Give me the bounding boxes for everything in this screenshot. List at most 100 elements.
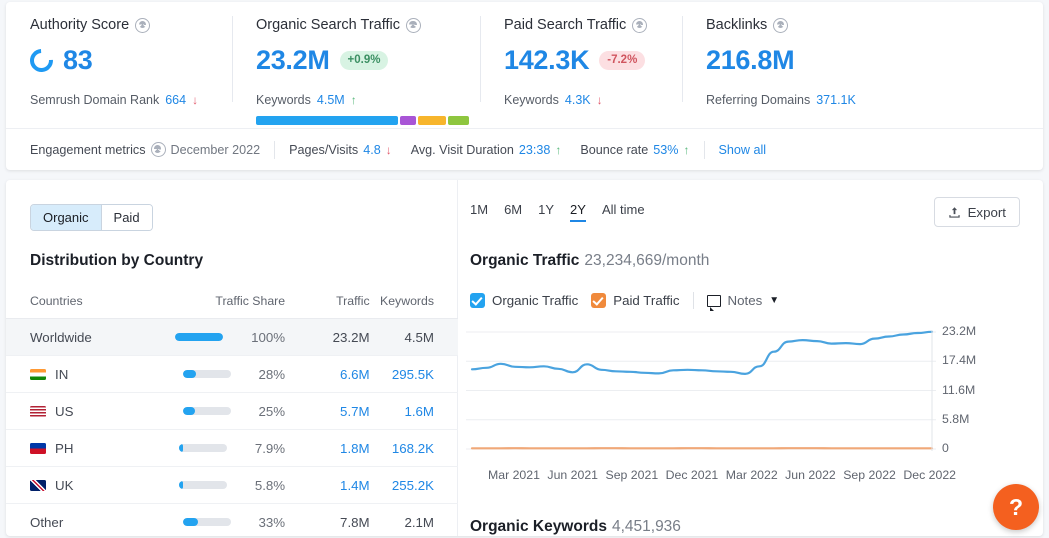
metric-value[interactable]: 23.2M [256, 43, 330, 77]
referring-domains-value[interactable]: 371.1K [816, 93, 856, 107]
col-keywords: Keywords [376, 288, 458, 319]
cell-traffic-share: 5.8% [167, 467, 292, 504]
countries-table-body: Worldwide100%23.2M4.5MIN28%6.6M295.5KUS2… [6, 319, 458, 537]
x-axis-label: Jun 2022 [785, 468, 836, 482]
organic-traffic-label: Organic Traffic [470, 252, 579, 269]
legend-organic-traffic[interactable]: Organic Traffic [470, 293, 578, 308]
tab-paid[interactable]: Paid [101, 205, 152, 230]
notes-dropdown[interactable]: Notes ▼ [707, 293, 780, 308]
share-bar-fill [183, 518, 199, 526]
cell-traffic: 5.7M [291, 393, 375, 430]
metric-organic-search-traffic: Organic Search Traffic 23.2M +0.9% Keywo… [232, 16, 480, 128]
traffic-chart-panel: 1M 6M 1Y 2Y All time Export Organic Traffic2… [458, 180, 1043, 536]
cell-traffic-share: 100% [167, 319, 292, 356]
organic-traffic-heading: Organic Traffic23,234,669/month [470, 252, 709, 270]
share-bar-track [179, 481, 227, 489]
range-tab-1m[interactable]: 1M [470, 202, 488, 222]
range-tab-2y[interactable]: 2Y [570, 202, 586, 222]
traffic-value[interactable]: 6.6M [340, 367, 370, 382]
traffic-segment-bar [256, 116, 469, 125]
y-axis-label: 17.4M [942, 353, 976, 367]
table-row[interactable]: UK 5.8% 1.4M 255.2K [6, 467, 458, 504]
cell-country: IN [6, 356, 167, 393]
notes-label: Notes [728, 293, 763, 308]
tab-organic[interactable]: Organic [31, 205, 101, 230]
divider [693, 292, 694, 309]
trend-down-icon: ↓ [192, 93, 198, 107]
table-row[interactable]: Worldwide100%23.2M4.5M [6, 319, 458, 356]
distribution-panel: Organic Paid Distribution by Country Cou… [6, 180, 458, 536]
keywords-value[interactable]: 295.5K [392, 367, 434, 382]
info-icon[interactable] [406, 18, 421, 33]
chart-legend: Organic Traffic Paid Traffic Notes ▼ [470, 292, 779, 309]
cell-keywords: 295.5K [376, 356, 458, 393]
country-name: IN [55, 367, 68, 382]
range-tab-6m[interactable]: 6M [504, 202, 522, 222]
cell-keywords: 1.6M [376, 393, 458, 430]
countries-table: Countries Traffic Share Traffic Keywords… [6, 288, 458, 536]
keywords-value[interactable]: 255.2K [392, 478, 434, 493]
x-axis-label: Sep 2022 [843, 468, 896, 482]
share-bar-wrap [179, 444, 241, 452]
cell-traffic-share: 7.9% [167, 430, 292, 467]
y-axis-label: 0 [942, 441, 949, 455]
cell-traffic-share: 33% [167, 504, 292, 537]
share-bar-fill [179, 444, 183, 452]
paid-traffic-checkbox[interactable] [591, 293, 606, 308]
trend-up-icon: ↑ [555, 143, 561, 157]
info-icon[interactable] [151, 142, 166, 157]
share-percent: 5.8% [255, 478, 285, 493]
country-cell: IN [30, 367, 167, 382]
table-row[interactable]: IN 28% 6.6M 295.5K [6, 356, 458, 393]
x-axis-label: Jun 2021 [547, 468, 598, 482]
legend-paid-traffic[interactable]: Paid Traffic [591, 293, 679, 308]
traffic-line-chart [466, 328, 936, 453]
metric-title: Authority Score [30, 16, 222, 34]
metric-value[interactable]: 216.8M [706, 43, 794, 77]
semrush-domain-rank-value[interactable]: 664 [165, 93, 186, 107]
share-bar-track [175, 333, 223, 341]
date-range-tabs: 1M 6M 1Y 2Y All time [470, 202, 645, 222]
cell-keywords: 168.2K [376, 430, 458, 467]
metric-authority-score: Authority Score 83 Semrush Domain Rank 6… [6, 16, 232, 128]
range-tab-all-time[interactable]: All time [602, 202, 645, 222]
y-axis-label: 11.6M [942, 383, 975, 397]
traffic-value[interactable]: 5.7M [340, 404, 370, 419]
keywords-value[interactable]: 168.2K [392, 441, 434, 456]
table-row[interactable]: US25%5.7M1.6M [6, 393, 458, 430]
share-percent: 28% [259, 367, 286, 382]
y-axis-label: 5.8M [942, 412, 969, 426]
info-icon[interactable] [773, 18, 788, 33]
export-button[interactable]: Export [934, 197, 1020, 227]
info-icon[interactable] [632, 18, 647, 33]
country-cell: Worldwide [30, 330, 167, 345]
keywords-value[interactable]: 1.6M [404, 404, 434, 419]
show-all-link[interactable]: Show all [719, 143, 767, 157]
table-header-row: Countries Traffic Share Traffic Keywords [6, 288, 458, 319]
keywords-value[interactable]: 4.3K [565, 93, 591, 107]
flag-us-icon [30, 406, 46, 417]
engagement-metrics-label-group: Engagement metrics December 2022 [30, 142, 260, 157]
traffic-value[interactable]: 1.8M [340, 441, 370, 456]
flag-uk-icon [30, 480, 46, 491]
range-tab-1y[interactable]: 1Y [538, 202, 554, 222]
trend-up-icon: ↑ [351, 93, 357, 107]
table-row[interactable]: PH7.9%1.8M168.2K [6, 430, 458, 467]
help-button[interactable]: ? [993, 484, 1039, 530]
metric-value[interactable]: 142.3K [504, 43, 589, 77]
organic-paid-toggle: Organic Paid [30, 204, 153, 231]
organic-traffic-checkbox[interactable] [470, 293, 485, 308]
table-row[interactable]: Other33%7.8M2.1M [6, 504, 458, 537]
traffic-value[interactable]: 1.4M [340, 478, 370, 493]
traffic-segment [448, 116, 469, 125]
keywords-value[interactable]: 4.5M [317, 93, 345, 107]
country-cell: UK [30, 478, 167, 493]
share-bar-fill [183, 407, 195, 415]
cell-traffic-share: 28% [167, 356, 292, 393]
info-icon[interactable] [135, 18, 150, 33]
engagement-bounce-rate: Bounce rate 53% ↑ [580, 143, 689, 157]
organic-keywords-value: 4,451,936 [612, 518, 681, 535]
traffic-value: 23.2M [333, 330, 370, 345]
engagement-item-value: 53% [653, 143, 678, 157]
metric-label: Backlinks [706, 16, 767, 34]
